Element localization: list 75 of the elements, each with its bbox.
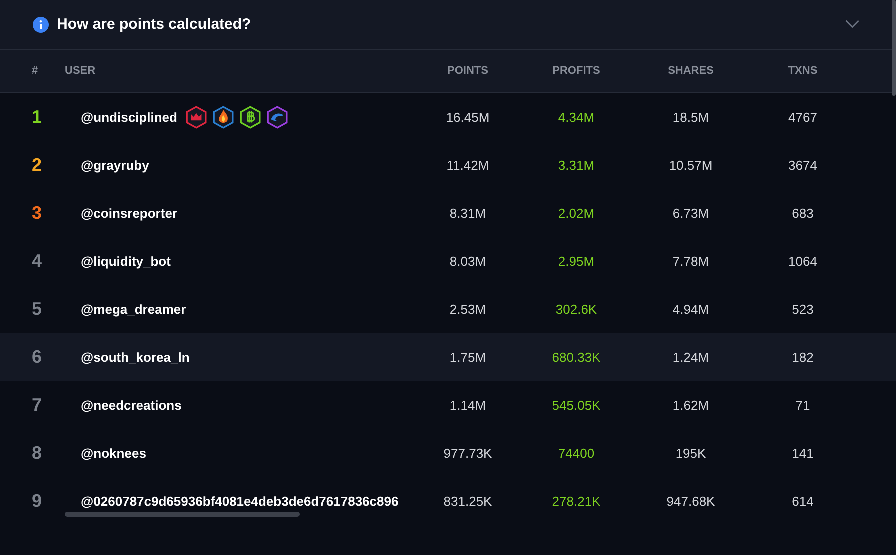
table-row[interactable]: 7 @needcreations 1.14M 545.05K 1.62M 71 (0, 381, 896, 429)
table-cell-text: 8.31M (448, 206, 488, 220)
rank-number: 9 (31, 490, 44, 512)
username: @0260787c9d65936bf4081e4deb3de6d7617836c896 (81, 494, 399, 508)
table-cell-text: 4.94M (672, 302, 710, 316)
table-cell-text: 6.73M (672, 206, 710, 220)
table-cell-text: 831.25K (442, 494, 494, 508)
rank-number: 3 (31, 202, 44, 224)
rank-number: 2 (31, 154, 44, 176)
table-cell-text: 18.5M (672, 110, 710, 124)
column-header: PROFITS (552, 65, 602, 77)
table-cell-text: 8.03M (448, 254, 488, 268)
table-cell-text: 16.45M (445, 110, 491, 124)
table-cell-text: 74400 (557, 446, 596, 460)
header-bar[interactable]: How are points calculated? (0, 0, 896, 50)
table-cell-text: 545.05K (551, 398, 602, 412)
username: @liquidity_bot (81, 254, 171, 268)
table-cell-text: 1.62M (672, 398, 710, 412)
column-header: TXNS (787, 65, 819, 77)
rank-number: 6 (31, 346, 44, 368)
scrollbar[interactable] (65, 512, 300, 517)
username: @grayruby (81, 158, 150, 172)
table-cell-text: 2.95M (557, 254, 596, 268)
table-cell-text: 3674 (788, 158, 818, 172)
username: @needcreations (81, 398, 182, 412)
header-title: How are points calculated? (57, 16, 252, 33)
username: @south_korea_ln (81, 350, 190, 364)
username: @coinsreporter (81, 206, 178, 220)
rank-number: 4 (31, 250, 44, 272)
table-cell-text: 10.57M (668, 158, 714, 172)
table-cell-text: 3.31M (557, 158, 596, 172)
table-cell-text: 195K (674, 446, 708, 460)
chevron-icon (845, 20, 860, 29)
table-cell-text: 1.75M (448, 350, 488, 364)
table-cell-text: 977.73K (442, 446, 494, 460)
table-cell-text: 7.78M (672, 254, 710, 268)
table-cell-text: 2.53M (448, 302, 488, 316)
table-cell-text: 4.34M (557, 110, 596, 124)
table-cell-text: 182 (791, 350, 815, 364)
table-row[interactable]: 8 @noknees 977.73K 74400 195K 141 (0, 429, 896, 477)
table-cell-text: 1.14M (448, 398, 488, 412)
username: @undisciplined (81, 110, 178, 124)
table-cell-text: 947.68K (666, 494, 716, 508)
scrollbar[interactable] (892, 0, 896, 96)
username: @mega_dreamer (81, 302, 186, 316)
table-row[interactable]: 1 @undisciplined 16.45M 4.34M 18.5M 4767 (0, 93, 896, 141)
column-header: POINTS (446, 65, 490, 77)
table-row[interactable]: 4 @liquidity_bot 8.03M 2.95M 7.78M 1064 (0, 237, 896, 285)
info-icon (33, 16, 49, 32)
rank-number: 7 (31, 394, 44, 416)
table-cell-text: 11.42M (446, 158, 490, 172)
table-cell-text: 1064 (788, 254, 818, 268)
column-header: SHARES (667, 65, 715, 77)
table-cell-text: 683 (791, 206, 815, 220)
table-row[interactable]: 6 @south_korea_ln 1.75M 680.33K 1.24M 182 (0, 333, 896, 381)
table-cell-text: 2.02M (557, 206, 596, 220)
table-cell-text: 302.6K (554, 302, 598, 316)
table-cell-text: 71 (794, 398, 812, 412)
table-row[interactable]: 5 @mega_dreamer 2.53M 302.6K 4.94M 523 (0, 285, 896, 333)
table-row[interactable]: 3 @coinsreporter 8.31M 2.02M 6.73M 683 (0, 189, 896, 237)
rank-number: 5 (31, 298, 44, 320)
column-header: # (31, 65, 40, 77)
table-cell-text: 141 (791, 446, 815, 460)
table-cell-text: 4767 (788, 110, 818, 124)
table-row[interactable]: 2 @grayruby 11.42M 3.31M 10.57M 3674 (0, 141, 896, 189)
table-cell-text: 1.24M (672, 350, 710, 364)
table-cell-text: 680.33K (551, 350, 602, 364)
rank-number: 1 (31, 106, 44, 128)
username: @noknees (81, 446, 146, 460)
table-cell-text: 523 (791, 302, 815, 316)
column-header: USER (65, 65, 97, 77)
table-row[interactable]: 9 @0260787c9d65936bf4081e4deb3de6d7617836c896 831.25K 278.21K 947.68K 614 (0, 477, 896, 525)
table-cell-text: 278.21K (551, 494, 602, 508)
rank-number: 8 (31, 442, 44, 464)
table-cell-text: 614 (791, 494, 815, 508)
